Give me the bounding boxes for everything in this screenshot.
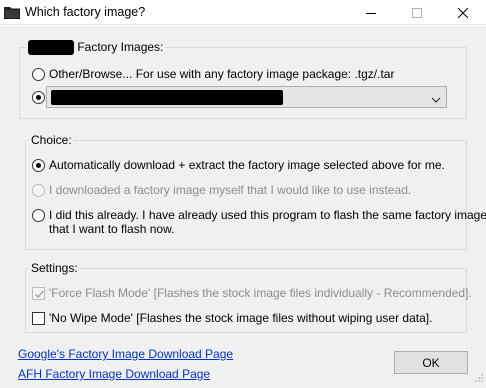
auto-download-radio[interactable] (32, 159, 45, 172)
choice-already-done[interactable]: I did this already. I have already used … (32, 208, 486, 236)
list-radio[interactable] (32, 91, 45, 104)
choice-auto-download[interactable]: Automatically download + extract the fac… (32, 158, 445, 172)
maximize-icon (412, 7, 422, 18)
factory-image-dropdown[interactable] (46, 86, 447, 108)
choice-downloaded-myself: I downloaded a factory image myself that… (32, 183, 411, 197)
maximize-button[interactable] (394, 0, 440, 25)
no-wipe-label: 'No Wipe Mode' [Flashes the stock image … (49, 311, 433, 325)
auto-download-label: Automatically download + extract the fac… (49, 158, 445, 172)
folder-icon (4, 5, 20, 19)
dialog-body: Factory Images: Other/Browse... For use … (0, 26, 486, 388)
resize-grip-icon[interactable] (474, 372, 484, 386)
force-flash-option: 'Force Flash Mode' [Flashes the stock im… (32, 286, 472, 300)
close-icon (458, 7, 468, 18)
downloaded-myself-radio (32, 184, 45, 197)
title-bar[interactable]: Which factory image? (0, 0, 486, 25)
minimize-button[interactable] (348, 0, 394, 25)
afh-download-link[interactable]: AFH Factory Image Download Page (18, 367, 210, 381)
factory-images-legend: Factory Images: (26, 40, 166, 56)
downloaded-myself-label: I downloaded a factory image myself that… (49, 183, 412, 197)
factory-images-group: Factory Images: (19, 40, 467, 119)
ok-button[interactable]: OK (394, 351, 468, 374)
window-title: Which factory image? (25, 5, 146, 19)
google-download-link[interactable]: Google's Factory Image Download Page (18, 347, 233, 361)
no-wipe-checkbox[interactable] (32, 312, 45, 325)
already-done-label: I did this already. I have already used … (49, 208, 486, 222)
browse-radio[interactable] (32, 68, 45, 81)
browse-option[interactable]: Other/Browse... For use with any factory… (32, 67, 394, 81)
redacted-label (28, 40, 74, 56)
factory-images-legend-text: Factory Images: (77, 40, 164, 54)
already-done-label-line2: that I want to flash now. (49, 222, 175, 236)
chevron-down-icon (431, 93, 441, 107)
browse-option-label: Other/Browse... For use with any factory… (49, 67, 395, 81)
force-flash-label: 'Force Flash Mode' [Flashes the stock im… (49, 286, 472, 300)
no-wipe-option[interactable]: 'No Wipe Mode' [Flashes the stock image … (32, 311, 432, 325)
settings-legend: Settings: (29, 261, 80, 275)
checkmark-icon (35, 290, 45, 299)
force-flash-checkbox (32, 287, 45, 300)
dropdown-value (51, 90, 283, 105)
minimize-icon (366, 8, 376, 18)
choice-legend: Choice: (29, 133, 74, 147)
close-button[interactable] (440, 0, 486, 25)
already-done-radio[interactable] (32, 209, 45, 222)
